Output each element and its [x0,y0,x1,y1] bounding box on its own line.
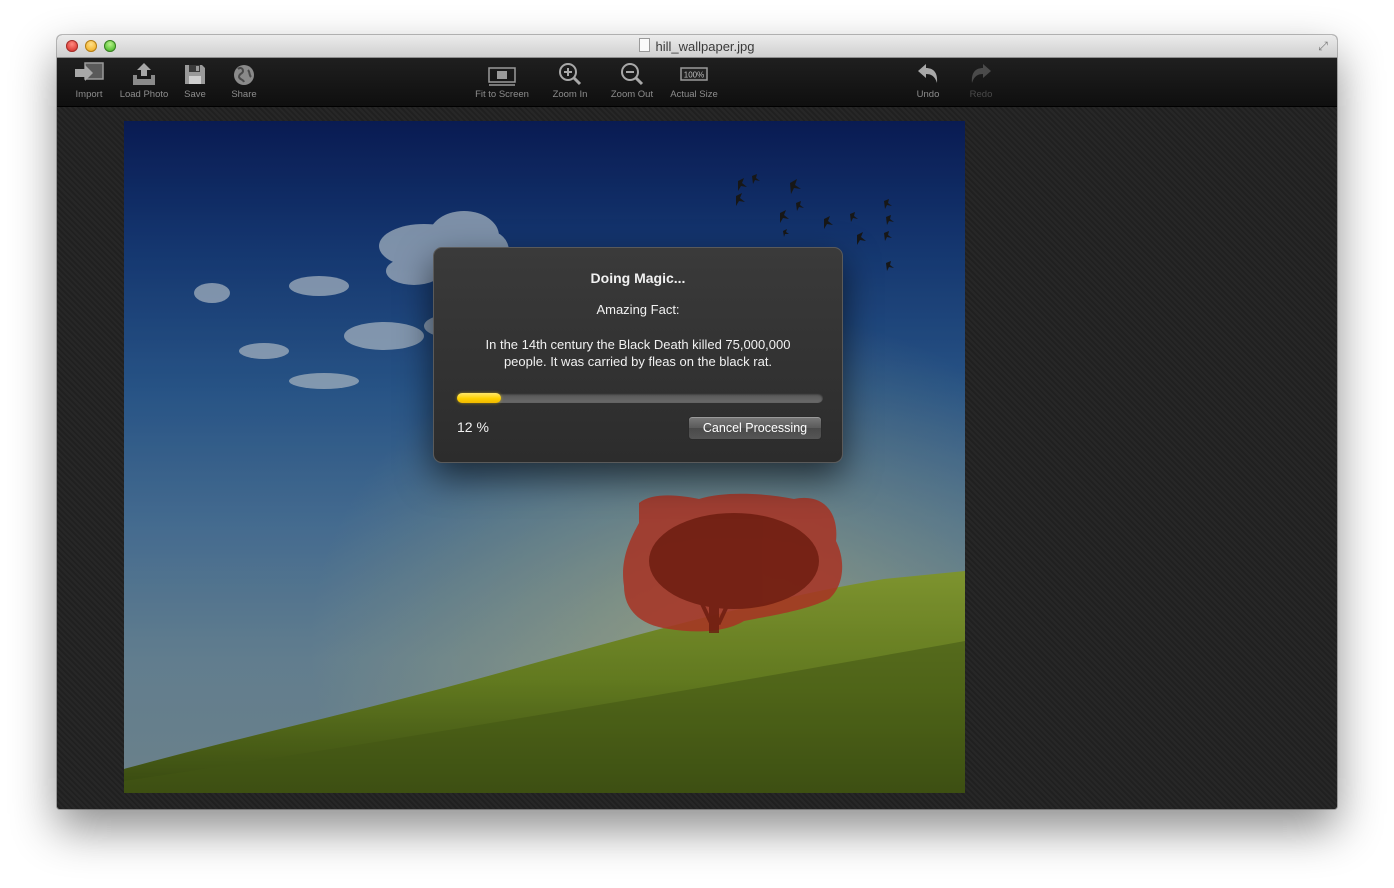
zoom-out-label: Zoom Out [610,89,654,100]
load-photo-button[interactable]: Load Photo [119,61,169,100]
undo-button[interactable]: Undo [913,61,943,100]
progress-bar [457,393,823,403]
actual-size-badge: 100% [684,71,704,80]
import-button[interactable]: Import [71,61,107,100]
fit-to-screen-label: Fit to Screen [475,89,529,100]
actual-size-icon: 100% [680,67,708,81]
fact-line-2: people. It was carried by fleas on the b… [503,354,773,369]
share-button[interactable]: Share [228,61,260,100]
window-title: hill_wallpaper.jpg [57,38,1337,54]
share-label: Share [231,89,257,100]
share-icon [234,65,254,85]
load-photo-icon [133,63,155,85]
zoom-in-label: Zoom In [552,89,588,100]
document-icon [639,38,651,52]
save-button[interactable]: Save [181,61,209,100]
redo-icon [971,64,991,83]
import-label: Import [75,89,103,100]
zoom-in-icon [559,63,582,86]
processing-dialog: Doing Magic... Amazing Fact: In the 14th… [433,247,843,463]
fit-to-screen-button[interactable]: Fit to Screen [471,61,533,100]
save-icon [185,65,205,84]
load-photo-label: Load Photo [119,89,169,100]
undo-label: Undo [916,89,940,100]
dialog-fact: In the 14th century the Black Death kill… [464,336,812,370]
fit-to-screen-icon [488,67,516,86]
zoom-out-button[interactable]: Zoom Out [608,61,656,100]
fact-line-1: In the 14th century the Black Death kill… [485,337,791,352]
toolbar: Import Load Photo Save Share Fit to Scre… [57,58,1337,107]
progress-fill [457,393,501,403]
actual-size-label: Actual Size [670,89,718,100]
fullscreen-icon[interactable]: ⤢ [1316,39,1330,53]
progress-percent: 12 % [457,419,489,435]
redo-button[interactable]: Redo [965,61,997,100]
dialog-subtitle: Amazing Fact: [596,302,680,317]
cancel-processing-button[interactable]: Cancel Processing [688,416,822,440]
redo-label: Redo [969,89,993,100]
zoom-out-icon [621,63,644,86]
dialog-title: Doing Magic... [590,270,686,286]
title-bar: hill_wallpaper.jpg ⤢ [57,35,1337,58]
zoom-in-button[interactable]: Zoom In [549,61,591,100]
actual-size-button[interactable]: 100% Actual Size [668,61,720,100]
undo-icon [918,64,938,83]
window-title-text: hill_wallpaper.jpg [655,39,755,54]
save-label: Save [184,89,206,100]
import-icon [75,62,104,81]
